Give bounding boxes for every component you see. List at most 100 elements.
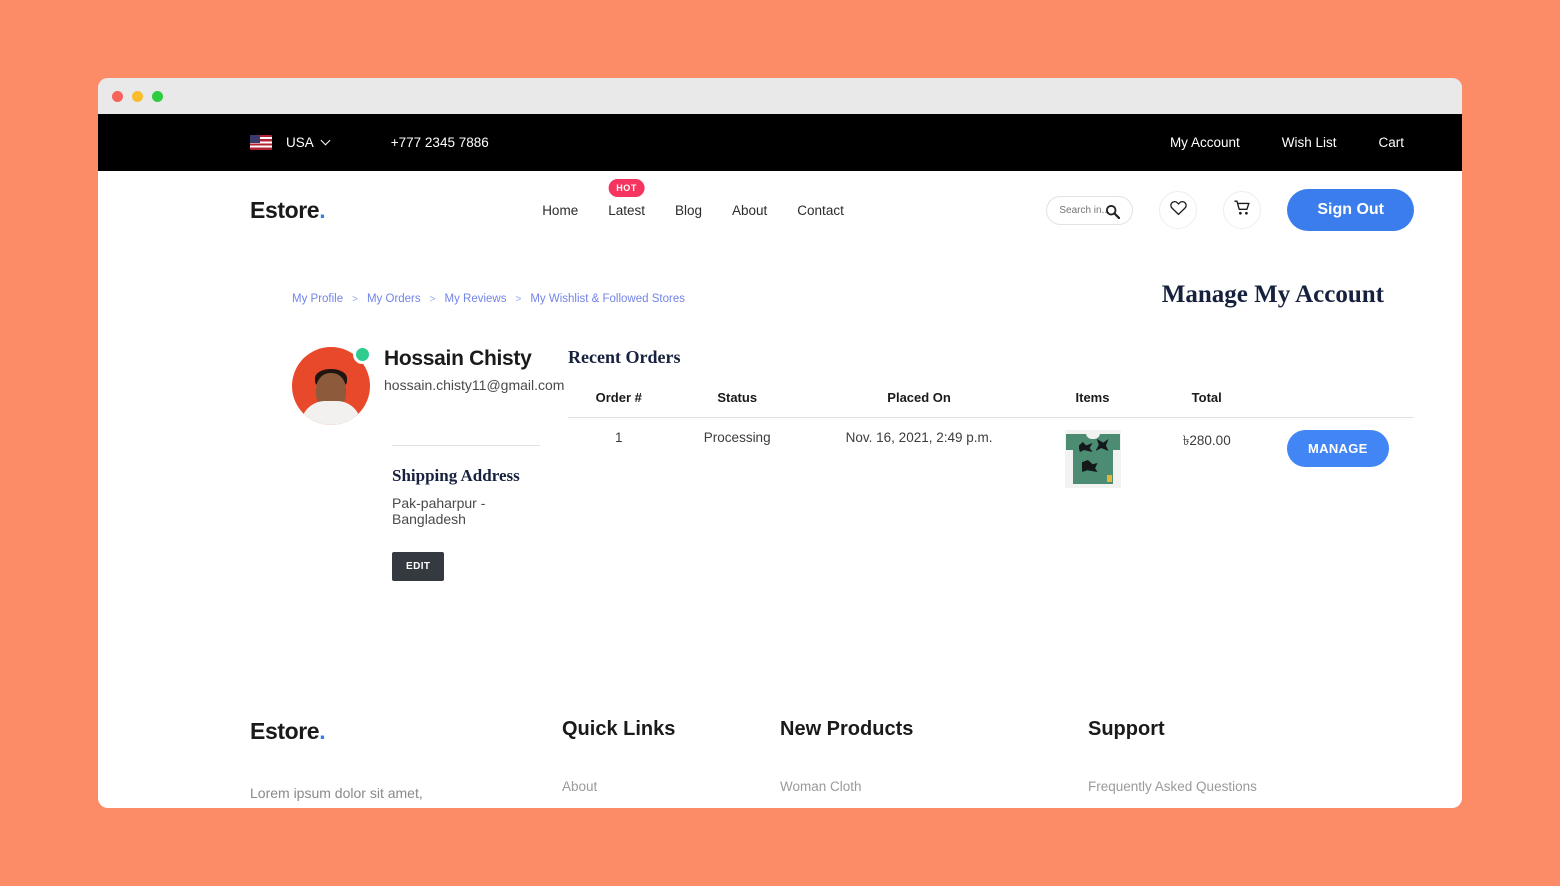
profile-identity: Hossain Chisty hossain.chisty11@gmail.co…: [292, 345, 564, 425]
edit-button[interactable]: EDIT: [392, 552, 445, 581]
main-content: My Profile > My Orders > My Reviews > My…: [98, 249, 1462, 581]
breadcrumb-separator: >: [429, 293, 436, 305]
green-tshirt-thumbnail[interactable]: [1064, 430, 1121, 488]
breadcrumb-separator: >: [352, 293, 358, 305]
main-navigation: Home HOT Latest Blog About Contact: [542, 178, 844, 218]
breadcrumb: My Profile > My Orders > My Reviews > My…: [292, 293, 685, 305]
wishlist-button[interactable]: [1159, 191, 1198, 229]
orders-table-body: 1 Processing Nov. 16, 2021, 2:49 p.m. ৳2…: [568, 418, 1414, 501]
country-label: USA: [286, 135, 314, 150]
topbar-link-my-account[interactable]: My Account: [1170, 135, 1240, 150]
account-layout: Hossain Chisty hossain.chisty11@gmail.co…: [250, 309, 1414, 581]
topbar-link-wish-list[interactable]: Wish List: [1282, 135, 1337, 150]
breadcrumb-item-my-orders[interactable]: My Orders: [367, 293, 421, 305]
site-footer: Estore. Lorem ipsum dolor sit amet, Quic…: [98, 718, 1462, 801]
footer-columns: Estore. Lorem ipsum dolor sit amet, Quic…: [250, 718, 1414, 801]
search-box[interactable]: [1046, 195, 1134, 225]
topbar-left-group: USA +777 2345 7886: [250, 135, 489, 150]
footer-logo[interactable]: Estore.: [250, 718, 562, 745]
nav-item-contact[interactable]: Contact: [797, 203, 844, 218]
chevron-down-icon: [320, 135, 331, 146]
recent-orders-panel: Recent Orders Order # Status Placed On I…: [540, 347, 1414, 581]
header-actions: Sign Out: [1046, 189, 1414, 231]
footer-heading-support: Support: [1088, 718, 1165, 740]
us-flag-icon: [250, 135, 272, 150]
logo-dot: .: [319, 196, 326, 223]
cell-action: MANAGE: [1262, 418, 1414, 501]
breadcrumb-row: My Profile > My Orders > My Reviews > My…: [250, 249, 1414, 309]
minimize-window-button[interactable]: [132, 90, 143, 102]
orders-table: Order # Status Placed On Items Total 1 P…: [568, 384, 1414, 500]
topbar-links: My Account Wish List Cart: [1170, 135, 1404, 150]
profile-name: Hossain Chisty: [384, 347, 532, 370]
manage-order-button[interactable]: MANAGE: [1287, 430, 1389, 467]
footer-link-faq[interactable]: Frequently Asked Questions: [1088, 779, 1396, 794]
nav-label-about: About: [732, 202, 768, 218]
footer-link-woman-cloth[interactable]: Woman Cloth: [780, 779, 1088, 794]
logo-text: Estore: [250, 196, 320, 223]
cell-placed-on: Nov. 16, 2021, 2:49 p.m.: [845, 430, 993, 445]
footer-column-quick-links: Quick Links About: [562, 718, 780, 801]
hot-badge: HOT: [608, 178, 645, 197]
heart-icon: [1170, 200, 1187, 221]
site-logo[interactable]: Estore.: [250, 196, 326, 224]
maximize-window-button[interactable]: [152, 90, 163, 102]
profile-divider: [392, 445, 540, 446]
nav-item-latest[interactable]: HOT Latest: [608, 178, 645, 218]
sign-out-button[interactable]: Sign Out: [1287, 189, 1414, 231]
orders-table-head: Order # Status Placed On Items Total: [568, 384, 1414, 418]
footer-link-about[interactable]: About: [562, 779, 780, 794]
site-header: Estore. Home HOT Latest Blog About Conta…: [98, 171, 1462, 249]
browser-titlebar: [98, 78, 1462, 114]
shipping-address-value: Pak-paharpur - Bangladesh: [392, 495, 486, 527]
footer-column-new-products: New Products Woman Cloth: [780, 718, 1088, 801]
nav-item-blog[interactable]: Blog: [675, 203, 702, 218]
footer-brand-column: Estore. Lorem ipsum dolor sit amet,: [250, 718, 562, 801]
tshirt-tag: [1106, 475, 1112, 482]
orders-header-row: Order # Status Placed On Items Total: [568, 384, 1414, 418]
recent-orders-title: Recent Orders: [568, 347, 681, 367]
search-icon[interactable]: [1105, 204, 1121, 224]
nav-label-contact: Contact: [797, 202, 844, 218]
column-header-total: Total: [1151, 384, 1262, 418]
column-header-placed-on: Placed On: [804, 384, 1034, 418]
footer-heading-quick-links: Quick Links: [562, 718, 676, 740]
utility-topbar: USA +777 2345 7886 My Account Wish List …: [98, 114, 1462, 171]
breadcrumb-item-my-reviews[interactable]: My Reviews: [444, 293, 506, 305]
nav-label-home: Home: [542, 202, 579, 218]
cell-order-no: 1: [615, 430, 623, 445]
close-window-button[interactable]: [112, 90, 123, 102]
cell-items: [1033, 418, 1151, 501]
footer-tagline: Lorem ipsum dolor sit amet,: [250, 785, 423, 801]
nav-label-latest: Latest: [608, 202, 645, 218]
browser-window: USA +777 2345 7886 My Account Wish List …: [98, 78, 1462, 808]
phone-number: +777 2345 7886: [390, 135, 489, 150]
page-title: Manage My Account: [1161, 281, 1384, 308]
footer-column-support: Support Frequently Asked Questions: [1088, 718, 1396, 801]
column-header-actions: [1261, 384, 1414, 418]
profile-panel: Hossain Chisty hossain.chisty11@gmail.co…: [250, 345, 564, 581]
nav-item-about[interactable]: About: [732, 203, 767, 218]
footer-heading-new-products: New Products: [780, 718, 914, 740]
shipping-address-title: Shipping Address: [392, 466, 520, 485]
breadcrumb-item-my-profile[interactable]: My Profile: [292, 293, 343, 305]
table-row: 1 Processing Nov. 16, 2021, 2:49 p.m. ৳2…: [568, 418, 1414, 501]
breadcrumb-separator: >: [515, 293, 522, 305]
nav-label-blog: Blog: [674, 202, 703, 218]
column-header-order-no: Order #: [568, 384, 670, 418]
profile-email: hossain.chisty11@gmail.com: [384, 377, 565, 393]
cart-button[interactable]: [1223, 191, 1262, 229]
footer-logo-text: Estore: [250, 718, 320, 744]
cell-status: Processing: [703, 430, 771, 445]
footer-logo-dot: .: [319, 718, 326, 744]
shipping-address-block: Shipping Address Pak-paharpur - Banglade…: [292, 466, 540, 581]
status-online-indicator: [353, 345, 372, 364]
topbar-link-cart[interactable]: Cart: [1378, 135, 1404, 150]
cell-total: ৳280.00: [1182, 433, 1231, 448]
breadcrumb-item-my-wishlist[interactable]: My Wishlist & Followed Stores: [530, 293, 685, 305]
column-header-status: Status: [669, 384, 805, 418]
country-selector[interactable]: USA: [286, 135, 331, 150]
column-header-items: Items: [1033, 384, 1152, 418]
cart-icon: [1234, 200, 1251, 221]
nav-item-home[interactable]: Home: [542, 203, 578, 218]
